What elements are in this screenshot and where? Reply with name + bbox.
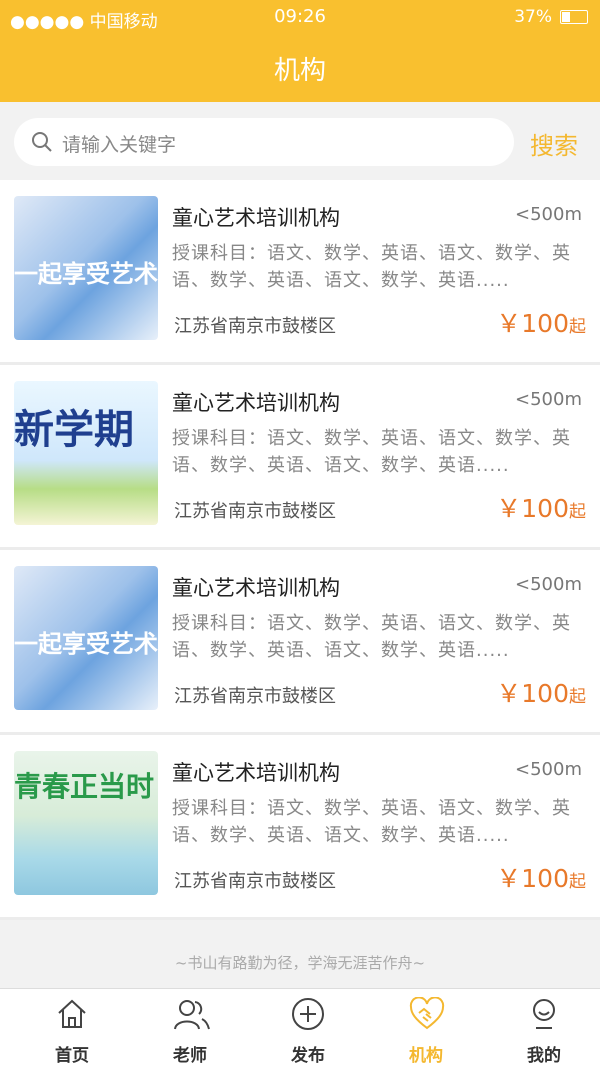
clock: 09:26 — [274, 6, 326, 27]
distance: <500m — [515, 759, 582, 780]
tab-bar: 首页 老师 发布 机构 我的 — [0, 988, 600, 1068]
tab-publish[interactable]: 发布 — [248, 989, 368, 1068]
search-icon — [32, 132, 52, 152]
nav-bar: 机构 — [0, 34, 600, 102]
price: ￥100起 — [496, 679, 586, 708]
address: 江苏省南京市鼓楼区 — [174, 501, 336, 522]
subjects: 授课科目：语文、数学、英语、语文、数学、英语、数学、英语、语文、数学、英语...… — [172, 613, 571, 661]
institution-name: 童心艺术培训机构 — [172, 761, 340, 785]
list-item[interactable]: 青春正当时 童心艺术培训机构 <500m 授课科目：语文、数学、英语、语文、数学… — [0, 735, 600, 920]
status-bar: ●●●●● 中国移动 09:26 37% — [0, 0, 600, 34]
institution-thumbnail: 一起享受艺术 — [14, 566, 158, 710]
battery-icon — [560, 10, 588, 24]
subjects: 授课科目：语文、数学、英语、语文、数学、英语、数学、英语、语文、数学、英语...… — [172, 798, 571, 846]
home-icon — [58, 999, 86, 1028]
subjects: 授课科目：语文、数学、英语、语文、数学、英语、数学、英语、语文、数学、英语...… — [172, 428, 571, 476]
distance: <500m — [515, 389, 582, 410]
distance: <500m — [515, 574, 582, 595]
page-title: 机构 — [273, 56, 326, 86]
institution-thumbnail: 青春正当时 — [14, 751, 158, 895]
address: 江苏省南京市鼓楼区 — [174, 316, 336, 337]
address: 江苏省南京市鼓楼区 — [174, 871, 336, 892]
search-button[interactable]: 搜索 — [530, 126, 578, 161]
institution-name: 童心艺术培训机构 — [172, 391, 340, 415]
search-placeholder: 请输入关键字 — [62, 134, 177, 156]
distance: <500m — [515, 204, 582, 225]
institution-icon — [409, 997, 445, 1030]
institution-thumbnail: 一起享受艺术 — [14, 196, 158, 340]
institution-thumbnail: 新学期 — [14, 381, 158, 525]
tab-profile[interactable]: 我的 — [484, 989, 600, 1068]
teachers-icon — [174, 1000, 210, 1030]
list-item[interactable]: 一起享受艺术 童心艺术培训机构 <500m 授课科目：语文、数学、英语、语文、数… — [0, 550, 600, 735]
publish-icon — [292, 998, 324, 1030]
battery-percent: 37% — [514, 7, 552, 27]
subjects: 授课科目：语文、数学、英语、语文、数学、英语、数学、英语、语文、数学、英语...… — [172, 243, 571, 291]
search-input[interactable]: 请输入关键字 — [14, 118, 514, 166]
list-item[interactable]: 一起享受艺术 童心艺术培训机构 <500m 授课科目：语文、数学、英语、语文、数… — [0, 180, 600, 365]
institution-name: 童心艺术培训机构 — [172, 576, 340, 600]
tab-teachers[interactable]: 老师 — [130, 989, 250, 1068]
price: ￥100起 — [496, 494, 586, 523]
tab-home[interactable]: 首页 — [12, 989, 132, 1068]
list-item[interactable]: 新学期 童心艺术培训机构 <500m 授课科目：语文、数学、英语、语文、数学、英… — [0, 365, 600, 550]
price: ￥100起 — [496, 864, 586, 893]
institution-name: 童心艺术培训机构 — [172, 206, 340, 230]
search-bar: 请输入关键字 搜索 — [0, 102, 600, 180]
address: 江苏省南京市鼓楼区 — [174, 686, 336, 707]
price: ￥100起 — [496, 309, 586, 338]
institution-list: 一起享受艺术 童心艺术培训机构 <500m 授课科目：语文、数学、英语、语文、数… — [0, 180, 600, 920]
profile-icon — [533, 999, 555, 1029]
tab-institutions[interactable]: 机构 — [366, 989, 486, 1068]
slogan: ~书山有路勤为径，学海无涯苦作舟~ — [174, 954, 426, 972]
